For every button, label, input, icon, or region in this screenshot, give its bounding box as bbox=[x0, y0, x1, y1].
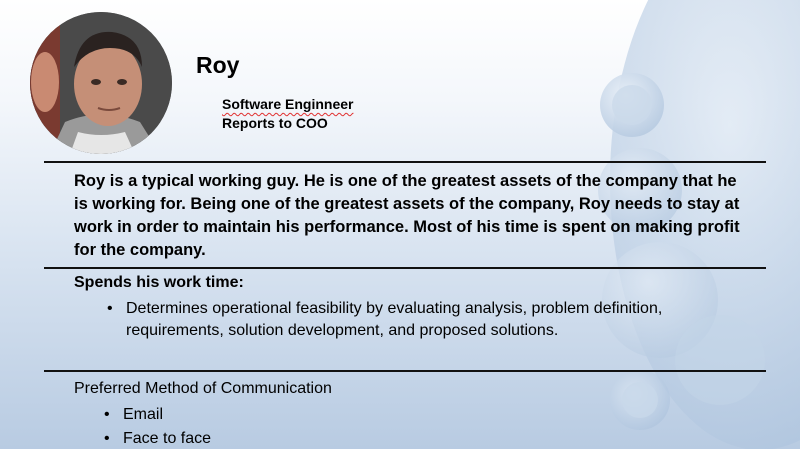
persona-name: Roy bbox=[196, 52, 240, 78]
persona-bio: Roy is a typical working guy. He is one … bbox=[74, 172, 740, 259]
job-title: Software Enginneer bbox=[222, 95, 353, 114]
divider-top bbox=[44, 161, 766, 163]
divider-bottom bbox=[44, 370, 766, 372]
work-time-heading: Spends his work time: bbox=[74, 274, 244, 291]
list-item: Determines operational feasibility by ev… bbox=[104, 298, 664, 342]
role-block: Software Enginneer Reports to COO bbox=[222, 95, 353, 133]
divider-middle bbox=[44, 267, 766, 269]
communication-list: Email Face to face bbox=[101, 403, 211, 449]
list-item: Face to face bbox=[101, 427, 211, 449]
profile-photo bbox=[30, 12, 172, 154]
job-title-text: Software Enginneer bbox=[222, 96, 354, 112]
reports-to: Reports to COO bbox=[222, 115, 328, 131]
list-item: Email bbox=[101, 403, 211, 427]
communication-heading: Preferred Method of Communication bbox=[74, 380, 332, 397]
persona-slide: Roy Software Enginneer Reports to COO Ro… bbox=[0, 0, 800, 449]
work-time-list: Determines operational feasibility by ev… bbox=[104, 298, 664, 342]
